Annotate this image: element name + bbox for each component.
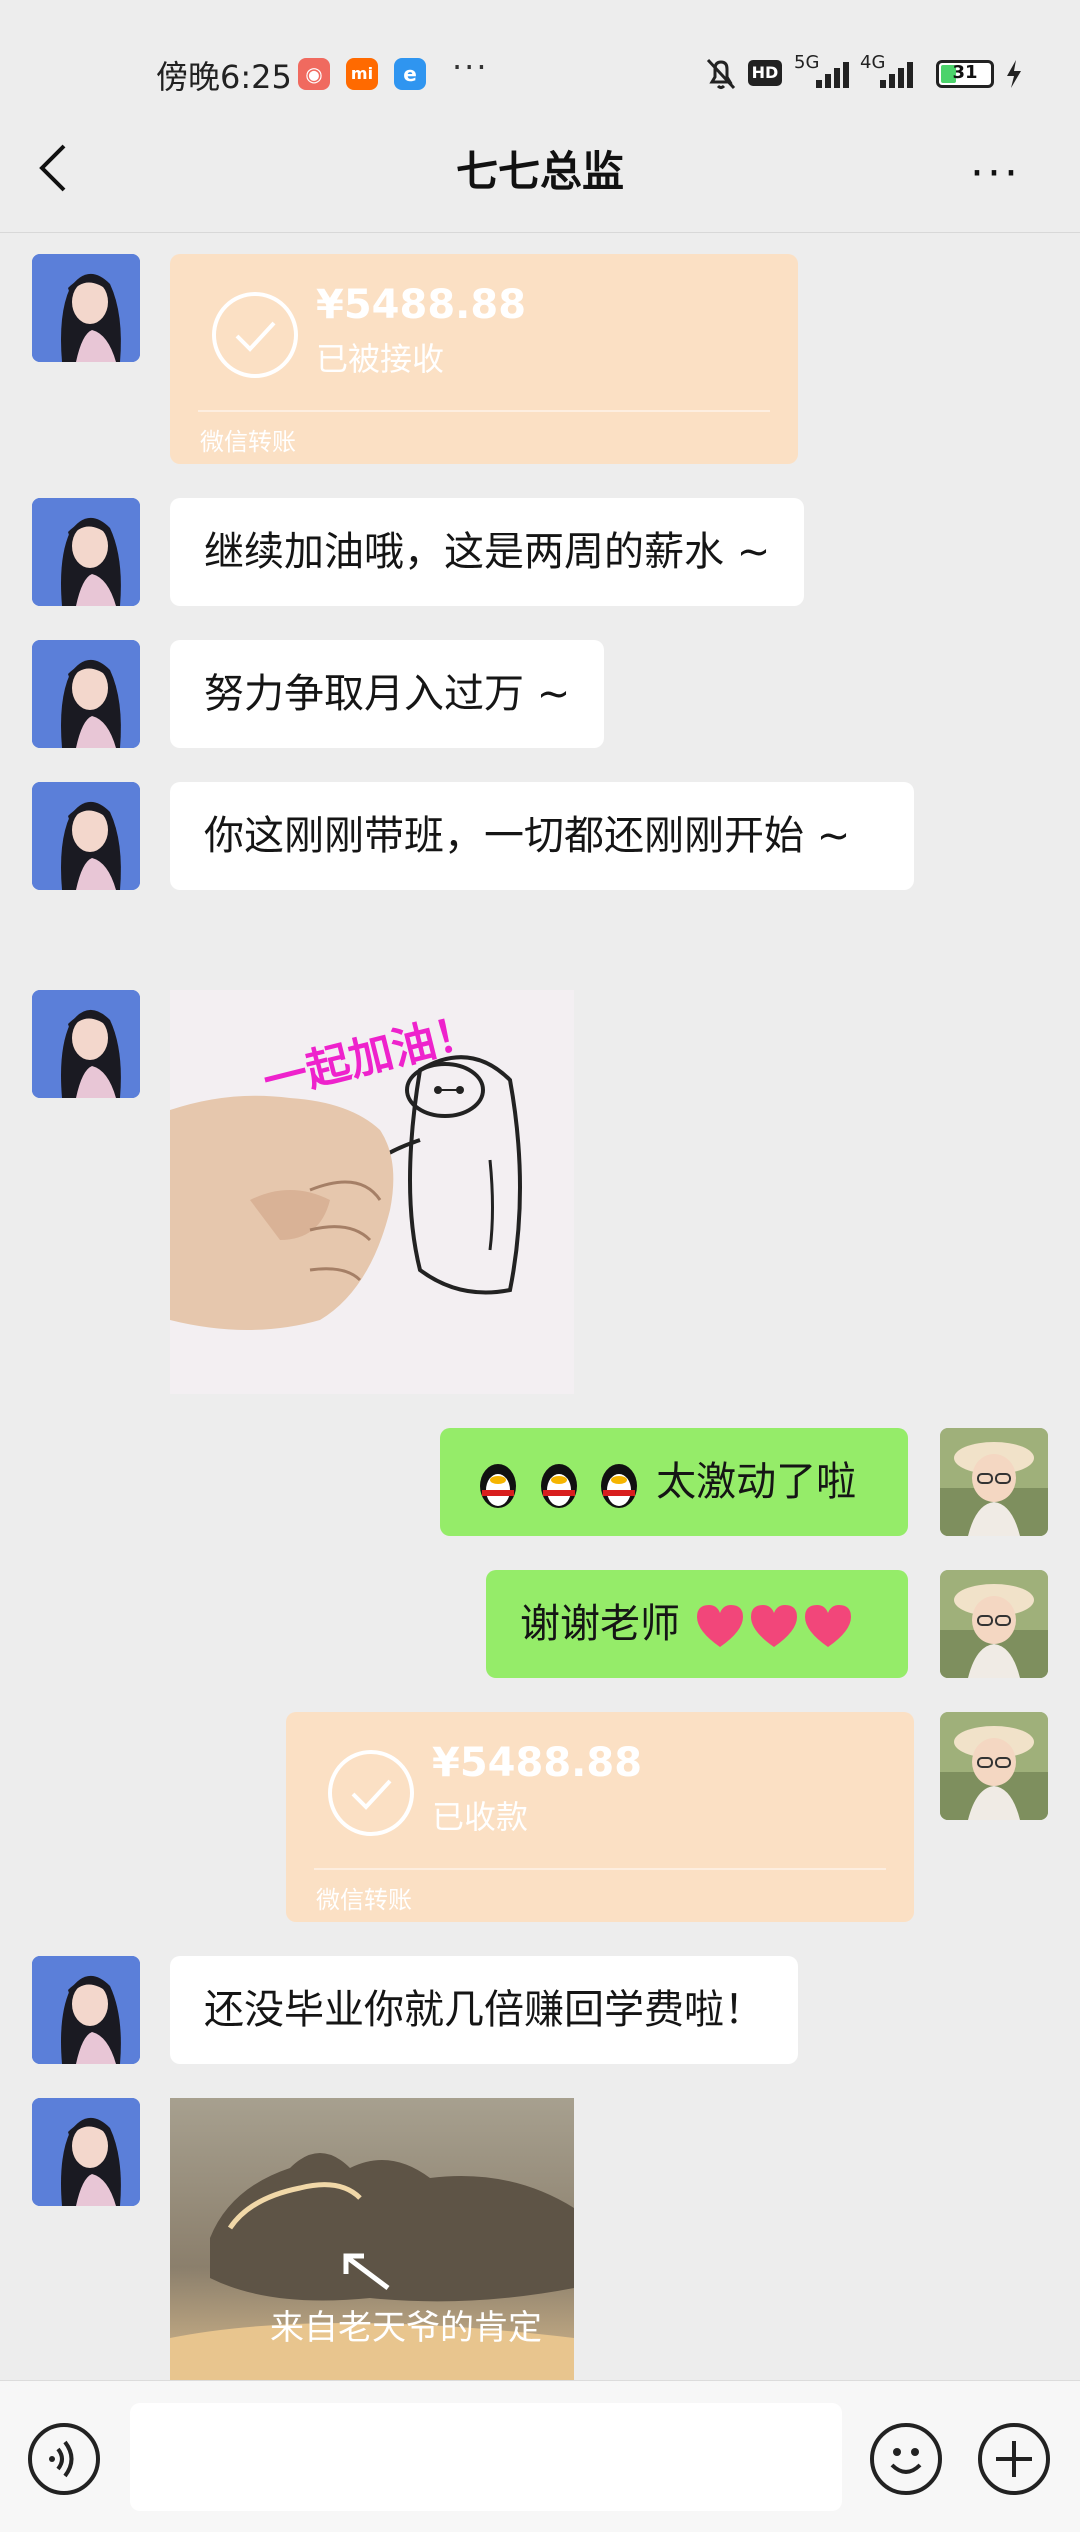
check-circle-icon	[212, 292, 298, 378]
transfer-label: 微信转账	[316, 1886, 412, 1914]
voice-icon	[49, 2440, 74, 2478]
my-avatar[interactable]	[940, 1712, 1048, 1820]
contact-avatar-image	[32, 2098, 140, 2206]
contact-avatar[interactable]	[32, 498, 140, 606]
transfer-card-received[interactable]: ¥5488.88 已被接收 微信转账	[170, 254, 798, 464]
voice-input-button[interactable]	[28, 2423, 100, 2495]
heart-emoji-icon	[696, 1605, 743, 1647]
contact-avatar-image	[32, 640, 140, 748]
transfer-divider	[198, 410, 770, 412]
transfer-divider	[314, 1868, 886, 1870]
header-divider	[0, 232, 1080, 233]
message-bubble-incoming[interactable]: 还没毕业你就几倍赚回学费啦！	[170, 1956, 798, 2064]
more-notifications-icon: ···	[452, 48, 489, 86]
sticker-sky-thumbs-up[interactable]: 来自老天爷的肯定	[170, 2098, 574, 2380]
my-avatar-image	[940, 1428, 1048, 1536]
weibo-notification-icon: ◉	[298, 58, 330, 90]
more-actions-button[interactable]	[978, 2423, 1050, 2495]
transfer-amount: ¥5488.88	[316, 282, 527, 328]
transfer-amount: ¥5488.88	[432, 1740, 643, 1786]
signal-4g-icon	[880, 62, 913, 88]
transfer-label: 微信转账	[200, 428, 296, 456]
penguin-emoji-icon	[480, 1464, 516, 1508]
status-time: 傍晚6:25	[156, 58, 292, 96]
contact-avatar[interactable]	[32, 782, 140, 890]
message-bubble-incoming[interactable]: 你这刚刚带班，一切都还刚刚开始 ~	[170, 782, 914, 890]
contact-avatar[interactable]	[32, 2098, 140, 2206]
contact-avatar-image	[32, 782, 140, 890]
signal-5g-icon	[816, 62, 849, 88]
message-bubble-outgoing[interactable]: 太激动了啦	[440, 1428, 908, 1536]
message-text: 太激动了啦	[656, 1459, 857, 1505]
status-bar: 傍晚6:25 ◉ mi e ··· HD 5G 4G 31	[0, 0, 1080, 150]
plus-icon	[996, 2441, 1032, 2477]
chat-title: 七七总监	[455, 147, 624, 196]
charging-icon	[1007, 60, 1021, 88]
contact-avatar[interactable]	[32, 1956, 140, 2064]
heart-emoji-icon	[804, 1605, 851, 1647]
emoji-button[interactable]	[870, 2423, 942, 2495]
battery-icon: 31	[936, 60, 994, 88]
my-avatar[interactable]	[940, 1428, 1048, 1536]
more-options-icon[interactable]: ···	[970, 148, 1021, 199]
smiley-icon	[890, 2448, 922, 2474]
check-circle-icon	[328, 1750, 414, 1836]
mute-icon	[706, 58, 736, 90]
message-bubble-incoming[interactable]: 继续加油哦，这是两周的薪水 ~	[170, 498, 805, 606]
my-avatar-image	[940, 1570, 1048, 1678]
contact-avatar-image	[32, 990, 140, 1098]
browser-notification-icon: e	[394, 58, 426, 90]
message-text: 谢谢老师	[520, 1601, 680, 1647]
my-avatar-image	[940, 1712, 1048, 1820]
message-input[interactable]	[130, 2403, 842, 2511]
mi-notification-icon: mi	[346, 58, 378, 90]
sticker-fist-bump[interactable]: 一起加油！	[170, 990, 574, 1394]
contact-avatar-image	[32, 1956, 140, 2064]
sticker-caption: 来自老天爷的肯定	[270, 2308, 542, 2348]
transfer-status: 已收款	[432, 1798, 529, 1836]
my-avatar[interactable]	[940, 1570, 1048, 1678]
contact-avatar[interactable]	[32, 640, 140, 748]
penguin-emoji-icon	[540, 1464, 577, 1508]
heart-emoji-icon	[750, 1605, 797, 1647]
hd-icon: HD	[748, 60, 782, 86]
transfer-card-collected[interactable]: ¥5488.88 已收款 微信转账	[286, 1712, 914, 1922]
battery-level: 31	[952, 62, 978, 83]
contact-avatar[interactable]	[32, 990, 140, 1098]
message-bubble-incoming[interactable]: 努力争取月入过万 ~	[170, 640, 605, 748]
contact-avatar-image	[32, 498, 140, 606]
contact-avatar[interactable]	[32, 254, 140, 362]
message-bubble-outgoing[interactable]: 谢谢老师	[486, 1570, 908, 1678]
input-bar	[0, 2380, 1080, 2532]
penguin-emoji-icon	[601, 1464, 638, 1508]
contact-avatar-image	[32, 254, 140, 362]
transfer-status: 已被接收	[316, 340, 445, 378]
